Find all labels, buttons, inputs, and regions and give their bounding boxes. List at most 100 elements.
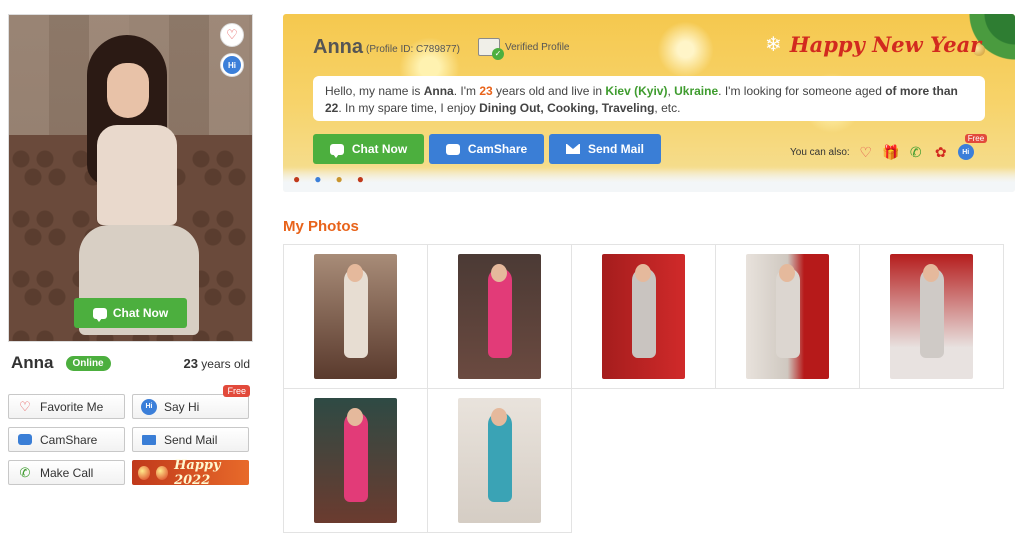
photo-cell[interactable] — [283, 388, 428, 533]
profile-actions: ♡ Favorite Me Hi Say Hi Free CamShare Se… — [8, 385, 253, 488]
hi-text: Hi — [957, 144, 974, 160]
phone-icon: ✆ — [19, 464, 31, 480]
profile-banner: Anna (Profile ID: C789877) Verified Prof… — [283, 14, 1015, 192]
happy-new-year-heading: ❄ Happy New Year — [765, 32, 981, 57]
profile-name: Anna — [11, 353, 54, 372]
happy-2022-banner-button[interactable]: Happy 2022 — [132, 457, 249, 488]
profile-page: ♡ Hi Chat Now Anna Online 23 years old ♡… — [0, 0, 1024, 539]
profile-age: 23 years old — [183, 356, 250, 371]
camera-icon — [445, 143, 460, 155]
ornament-icon — [156, 465, 169, 480]
about-text-7: , etc. — [654, 101, 681, 115]
say-hi-label: Say Hi — [164, 399, 200, 414]
banner-chat-now-button[interactable]: Chat Now — [313, 134, 424, 164]
favorite-me-label: Favorite Me — [40, 399, 104, 414]
make-call-label: Make Call — [40, 465, 94, 480]
banner-camshare-label: CamShare — [467, 142, 528, 156]
photo-cell[interactable] — [427, 244, 572, 389]
chat-bubble-icon — [92, 307, 107, 322]
about-country: Ukraine — [674, 84, 719, 98]
photo-face — [107, 63, 149, 118]
name-row: Anna Online 23 years old — [8, 353, 253, 372]
make-call-button[interactable]: ✆ Make Call — [8, 460, 125, 485]
you-can-also-bar: You can also: ♡ 🎁 ✆ ✿ Hi Free — [790, 134, 988, 161]
about-text-3: years old and live in — [492, 84, 606, 98]
photo-cell[interactable] — [283, 244, 428, 389]
phone-icon[interactable]: ✆ — [907, 143, 925, 161]
ornament-icon: ● — [335, 172, 343, 186]
send-mail-button[interactable]: Send Mail — [132, 427, 249, 452]
say-hi-button[interactable]: Hi Say Hi Free — [132, 385, 250, 419]
photo-row — [283, 244, 1008, 389]
hi-text: Hi — [141, 398, 157, 415]
snowflake-icon: ❄ — [765, 34, 782, 56]
about-text-1: Hello, my name is — [325, 84, 424, 98]
snow-decoration — [283, 168, 1015, 192]
photo-top — [97, 125, 177, 225]
happy-2022-label: Happy 2022 — [174, 457, 221, 488]
ornament-icon: ● — [356, 172, 364, 186]
favorite-heart-icon[interactable]: ♡ — [220, 23, 244, 47]
my-photos-title: My Photos — [283, 218, 359, 235]
camera-icon — [17, 432, 33, 448]
main-profile-photo[interactable]: ♡ Hi Chat Now — [8, 14, 253, 342]
free-badge: Free — [964, 134, 988, 143]
mail-icon — [565, 144, 580, 154]
photo-cell[interactable] — [859, 244, 1004, 389]
photo-cell[interactable] — [427, 388, 572, 533]
photo-grid — [283, 244, 1008, 533]
thumb-head — [923, 264, 939, 282]
ornament-icon — [138, 465, 151, 480]
photo-thumbnail[interactable] — [602, 254, 685, 379]
thumb-head — [491, 408, 507, 426]
camshare-button[interactable]: CamShare — [8, 427, 125, 452]
heart-plus-icon: ♡ — [19, 398, 31, 414]
gift-decorations: ● ● ● ● — [293, 172, 364, 186]
photo-subject — [79, 35, 199, 335]
online-status-badge: Online — [65, 355, 111, 371]
about-hobbies: Dining Out, Cooking, Traveling — [479, 101, 655, 115]
banner-send-mail-button[interactable]: Send Mail — [549, 134, 661, 164]
photo-thumbnail[interactable] — [314, 254, 397, 379]
verified-id-icon — [478, 38, 504, 60]
thumb-head — [347, 408, 363, 426]
thumb-head — [347, 264, 363, 282]
ornament-icon: ● — [293, 172, 301, 186]
about-me-text: Hello, my name is Anna. I'm 23 years old… — [313, 76, 985, 121]
rose-icon[interactable]: ✿ — [932, 143, 950, 161]
you-can-also-label: You can also: — [790, 146, 850, 158]
photo-thumbnail[interactable] — [746, 254, 829, 379]
photo-row — [283, 388, 1008, 533]
photo-chat-now-button[interactable]: Chat Now — [74, 298, 187, 328]
banner-camshare-button[interactable]: CamShare — [429, 134, 544, 164]
profile-id: (Profile ID: C789877) — [366, 44, 460, 55]
hi-bubble-icon[interactable]: Hi Free — [957, 134, 988, 161]
photo-thumbnail[interactable] — [458, 398, 541, 523]
say-hi-icon[interactable]: Hi — [220, 53, 244, 77]
chat-bubble-icon — [329, 143, 344, 158]
thumb-head — [635, 264, 651, 282]
camshare-label: CamShare — [40, 432, 98, 447]
thumb-head — [779, 264, 795, 282]
photo-thumbnail[interactable] — [890, 254, 973, 379]
about-city: Kiev (Kyiv) — [605, 84, 668, 98]
about-text-6: . In my spare time, I enjoy — [338, 101, 480, 115]
profile-sidebar: ♡ Hi Chat Now Anna Online 23 years old ♡… — [8, 14, 253, 488]
photo-chat-now-label: Chat Now — [112, 306, 169, 320]
thumb-head — [491, 264, 507, 282]
about-age: 23 — [479, 84, 493, 98]
about-text-5: . I'm looking for someone aged — [718, 84, 886, 98]
verified-label: Verified Profile — [505, 41, 570, 53]
banner-chat-now-label: Chat Now — [351, 142, 408, 156]
hi-bubble-icon: Hi — [141, 398, 157, 415]
photo-cell[interactable] — [571, 244, 716, 389]
free-badge: Free — [223, 385, 250, 397]
photo-cell[interactable] — [715, 244, 860, 389]
photo-thumbnail[interactable] — [314, 398, 397, 523]
favorite-me-button[interactable]: ♡ Favorite Me — [8, 394, 125, 419]
heart-plus-icon[interactable]: ♡ — [857, 143, 875, 161]
gift-icon[interactable]: 🎁 — [882, 143, 900, 161]
photo-thumbnail[interactable] — [458, 254, 541, 379]
hi-bubble-icon: Hi — [223, 56, 241, 74]
banner-send-mail-label: Send Mail — [587, 142, 644, 156]
